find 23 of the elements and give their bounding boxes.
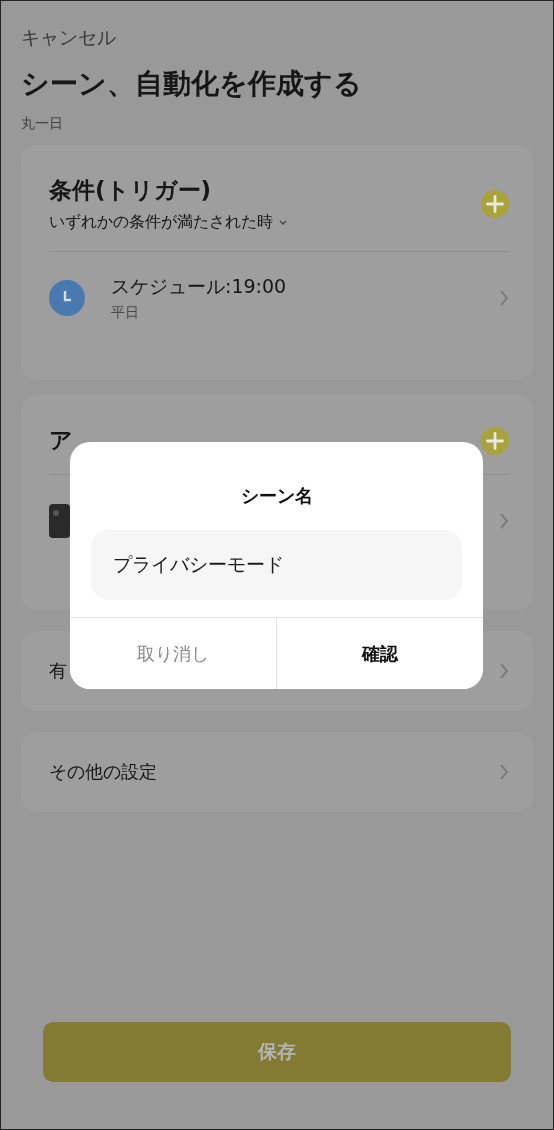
- chevron-right-icon: [499, 662, 509, 680]
- section-title: 条件(トリガー): [49, 176, 213, 205]
- chevron-right-icon: [499, 512, 509, 530]
- page-subtitle: 丸一日: [21, 115, 64, 133]
- settings-row[interactable]: その他の設定: [21, 732, 533, 812]
- row-label: その他の設定: [49, 760, 157, 784]
- condition-mode-dropdown[interactable]: いずれかの条件が満たされた時: [49, 212, 287, 233]
- row-label: 有: [49, 659, 67, 683]
- scene-name-field[interactable]: プライバシーモード: [91, 530, 462, 600]
- caret-icon: [279, 219, 287, 226]
- camera-icon: [49, 504, 70, 538]
- clock-icon: [49, 280, 85, 316]
- chevron-right-icon: [499, 289, 509, 307]
- confirm-button[interactable]: 確認: [276, 618, 483, 689]
- add-icon[interactable]: [481, 190, 509, 218]
- cancel-link[interactable]: キャンセル: [21, 25, 116, 51]
- add-icon[interactable]: [481, 426, 509, 455]
- page-title: シーン、自動化を作成する: [21, 66, 363, 102]
- section-title: ア: [49, 426, 73, 455]
- chevron-right-icon: [499, 763, 509, 781]
- schedule-title: スケジュール:19:00: [111, 274, 288, 299]
- dialog-title: シーン名: [240, 484, 313, 508]
- schedule-days: 平日: [111, 304, 499, 322]
